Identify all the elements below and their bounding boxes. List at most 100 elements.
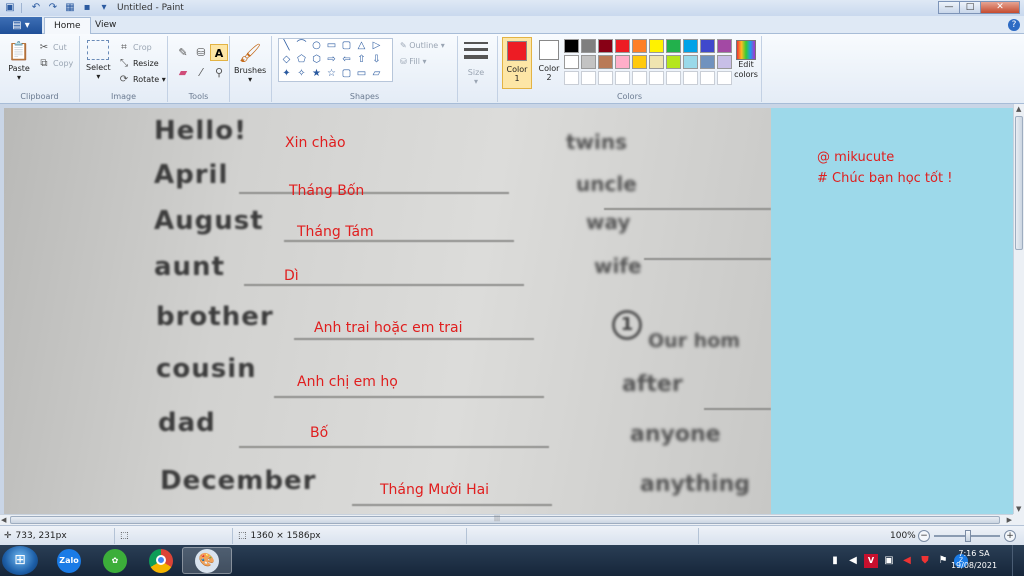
speaker-icon[interactable]: ◀ xyxy=(846,554,860,568)
taskbar-chrome[interactable] xyxy=(136,547,186,574)
vertical-scroll-thumb[interactable] xyxy=(1015,116,1023,250)
scroll-left-icon[interactable]: ◀ xyxy=(1,516,6,524)
paste-button[interactable]: 📋 Paste ▾ xyxy=(6,38,32,83)
shape-option-icon[interactable]: ⇦ xyxy=(339,53,354,67)
color-swatch[interactable] xyxy=(649,55,664,69)
tab-home[interactable]: Home xyxy=(44,17,91,35)
color1-button[interactable]: Color 1 xyxy=(502,37,532,89)
shape-option-icon[interactable]: ▷ xyxy=(369,39,384,53)
custom-color-slot[interactable] xyxy=(666,71,681,85)
custom-color-slot[interactable] xyxy=(615,71,630,85)
color-swatch[interactable] xyxy=(717,55,732,69)
show-desktop-button[interactable] xyxy=(1012,545,1024,576)
minimize-button[interactable]: — xyxy=(938,1,960,14)
custom-color-slot[interactable] xyxy=(717,71,732,85)
shape-option-icon[interactable]: ⇧ xyxy=(354,53,369,67)
muted-speaker-icon[interactable]: ◀ xyxy=(900,554,914,568)
redo-icon[interactable]: ↷ xyxy=(46,2,60,14)
shape-option-icon[interactable]: ▭ xyxy=(324,39,339,53)
fill-button[interactable]: ⛁ Fill ▾ xyxy=(400,57,427,66)
custom-color-slot[interactable] xyxy=(649,71,664,85)
shield-icon[interactable]: ⛊ xyxy=(918,554,932,568)
color-swatch[interactable] xyxy=(683,39,698,53)
shapes-gallery[interactable]: ╲⌒○▭▢△▷◇⬠⬡⇨⇦⇧⇩✦✧★☆▢▭▱◌♡⚡ xyxy=(278,38,393,82)
select-button[interactable]: Select ▾ xyxy=(86,40,111,81)
color-swatch[interactable] xyxy=(666,55,681,69)
color-swatch[interactable] xyxy=(683,55,698,69)
fill-bucket-icon[interactable]: ⛁ xyxy=(192,44,210,61)
edit-colors-button[interactable]: Edit colors xyxy=(732,40,760,80)
shape-option-icon[interactable]: ⬠ xyxy=(294,53,309,67)
canvas-image[interactable]: Hello! April August aunt brother cousin … xyxy=(4,108,771,514)
brushes-button[interactable]: 🖌 Brushes ▾ xyxy=(234,40,266,85)
color-swatch[interactable] xyxy=(581,55,596,69)
color-swatch[interactable] xyxy=(632,55,647,69)
horizontal-scrollbar[interactable]: ◀ ||| ▶ xyxy=(0,514,1013,525)
resize-button[interactable]: ⤡ Resize xyxy=(118,58,159,69)
paint-app-icon[interactable]: ▣ xyxy=(3,2,17,14)
scroll-down-icon[interactable]: ▼ xyxy=(1016,505,1021,513)
file-menu-button[interactable]: ▤ ▾ xyxy=(0,17,42,34)
color-swatch[interactable] xyxy=(717,39,732,53)
custom-color-slot[interactable] xyxy=(598,71,613,85)
zoom-in-button[interactable]: + xyxy=(1004,530,1016,542)
image-icon[interactable]: ▦ xyxy=(63,2,77,14)
network-icon[interactable]: ▮ xyxy=(828,554,842,568)
shape-option-icon[interactable]: ⇨ xyxy=(324,53,339,67)
tab-view[interactable]: View xyxy=(86,17,125,35)
save-icon[interactable]: ▪ xyxy=(80,2,94,14)
color-swatch[interactable] xyxy=(564,39,579,53)
magnifier-icon[interactable]: ⚲ xyxy=(210,64,228,81)
color-swatch[interactable] xyxy=(649,39,664,53)
shape-option-icon[interactable]: ▱ xyxy=(369,67,384,81)
size-button[interactable]: Size ▾ xyxy=(464,42,488,86)
rotate-button[interactable]: ⟳ Rotate ▾ xyxy=(118,74,166,85)
close-button[interactable]: ✕ xyxy=(980,1,1020,14)
vtv-icon[interactable]: V xyxy=(864,553,878,568)
shape-option-icon[interactable]: ⚡ xyxy=(309,81,324,82)
shape-option-icon[interactable]: ✧ xyxy=(294,67,309,81)
device-icon[interactable]: ▣ xyxy=(882,554,896,568)
customize-quick-access-icon[interactable]: ▾ xyxy=(97,2,111,14)
color-swatch[interactable] xyxy=(700,39,715,53)
color-swatch[interactable] xyxy=(564,55,579,69)
custom-color-slot[interactable] xyxy=(700,71,715,85)
text-tool-icon[interactable]: A xyxy=(210,44,228,61)
taskbar-zalo[interactable]: Zalo xyxy=(44,547,94,574)
eraser-icon[interactable]: ▰ xyxy=(174,64,192,81)
color2-button[interactable]: Color 2 xyxy=(534,37,564,89)
shape-option-icon[interactable]: ☆ xyxy=(324,67,339,81)
scroll-right-icon[interactable]: ▶ xyxy=(1007,516,1012,524)
shape-option-icon[interactable]: ⇩ xyxy=(369,53,384,67)
color-swatch[interactable] xyxy=(598,39,613,53)
scroll-up-icon[interactable]: ▲ xyxy=(1016,105,1021,113)
maximize-button[interactable]: □ xyxy=(959,1,981,14)
shape-option-icon[interactable]: ○ xyxy=(309,39,324,53)
shape-option-icon[interactable]: ▭ xyxy=(354,67,369,81)
color-swatch[interactable] xyxy=(615,55,630,69)
shape-option-icon[interactable]: ⬡ xyxy=(309,53,324,67)
undo-icon[interactable]: ↶ xyxy=(29,2,43,14)
custom-color-slot[interactable] xyxy=(683,71,698,85)
color-swatch[interactable] xyxy=(666,39,681,53)
shape-option-icon[interactable]: ⌒ xyxy=(294,39,309,53)
shape-option-icon[interactable]: ◇ xyxy=(279,53,294,67)
note-panel[interactable]: @ mikucute # Chúc bạn học tốt ! xyxy=(771,108,1013,514)
outline-button[interactable]: ✎ Outline ▾ xyxy=(400,41,445,50)
horizontal-scroll-thumb[interactable] xyxy=(10,516,1000,524)
zoom-out-button[interactable]: − xyxy=(918,530,930,542)
shape-option-icon[interactable]: △ xyxy=(354,39,369,53)
color-swatch[interactable] xyxy=(700,55,715,69)
color-swatch[interactable] xyxy=(632,39,647,53)
taskbar-app-green[interactable]: ✿ xyxy=(90,547,140,574)
shape-option-icon[interactable]: ★ xyxy=(309,67,324,81)
clock[interactable]: 7:16 SA 19/08/2021 xyxy=(944,548,1004,572)
taskbar-paint[interactable]: 🎨 xyxy=(182,547,232,574)
shape-option-icon[interactable]: ◌ xyxy=(279,81,294,82)
custom-color-slot[interactable] xyxy=(581,71,596,85)
start-button[interactable]: ⊞ xyxy=(2,546,38,575)
color-picker-icon[interactable]: ⁄ xyxy=(192,64,210,81)
custom-color-slot[interactable] xyxy=(564,71,579,85)
color-swatch[interactable] xyxy=(581,39,596,53)
shape-option-icon[interactable]: ╲ xyxy=(279,39,294,53)
